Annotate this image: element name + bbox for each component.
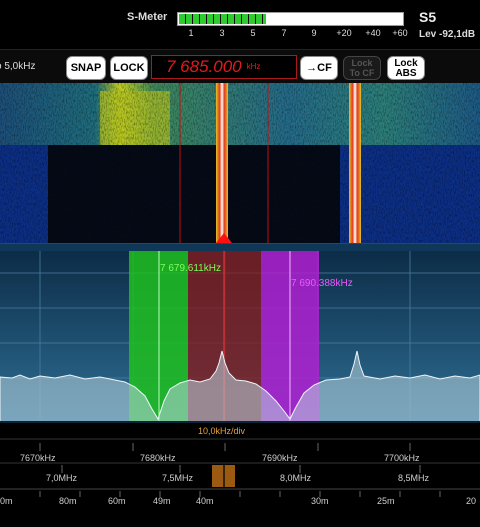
magenta-marker-frequency: 7 690.388kHz	[291, 278, 353, 289]
lock-button[interactable]: LOCK	[110, 56, 148, 80]
s-meter-tick: +60	[392, 28, 408, 38]
band-label: 80m	[59, 496, 77, 506]
s-meter-tick: +40	[365, 28, 381, 38]
s-meter-tick: 5	[250, 28, 256, 38]
band-label: 49m	[153, 496, 171, 506]
khz-label: 7680kHz	[140, 453, 176, 463]
lock-abs-line2: ABS	[395, 68, 417, 79]
s-meter-tick: 7	[281, 28, 287, 38]
band-label: 25m	[377, 496, 395, 506]
s-meter-panel: S-Meter 1 3 5 7 9 +20 +40 +60 S5 Lev -92…	[0, 0, 480, 47]
waterfall-quiet-noise	[48, 145, 340, 243]
band-label: 30m	[311, 496, 329, 506]
frequency-value: 7 685.000	[166, 57, 242, 76]
s-meter-level-fill	[179, 14, 266, 24]
mhz-label: 7,5MHz	[162, 473, 194, 483]
band-label: 40m	[196, 496, 214, 506]
band-label: 0m	[0, 496, 13, 506]
waterfall-signal-trace	[349, 83, 361, 243]
s-meter-reading: S5	[419, 9, 437, 25]
green-marker-frequency: 7 679.611kHz	[160, 263, 221, 274]
spectrum-display[interactable]: 7 679.611kHz 7 690.388kHz	[0, 251, 480, 423]
band-label: 60m	[108, 496, 126, 506]
mhz-label: 8,0MHz	[280, 473, 312, 483]
lock-abs-button[interactable]: Lock ABS	[387, 56, 425, 80]
khz-label: 7670kHz	[20, 453, 56, 463]
waterfall-separator	[0, 243, 480, 251]
mhz-label: 7,0MHz	[46, 473, 78, 483]
frequency-unit: kHz	[246, 62, 261, 71]
band-label: 20	[466, 496, 477, 506]
khz-label: 7690kHz	[262, 453, 298, 463]
lock-to-cf-line1: Lock	[351, 58, 373, 68]
lock-to-cf-line2: To CF	[349, 68, 375, 78]
s-meter-tick: 1	[188, 28, 194, 38]
s-meter-tick: 3	[219, 28, 225, 38]
s-meter-scale: 1 3 5 7 9 +20 +40 +60	[177, 28, 417, 40]
mhz-label: 8,5MHz	[398, 473, 430, 483]
span-label: o 5,0kHz	[0, 61, 36, 72]
snap-button[interactable]: SNAP	[66, 56, 106, 80]
khz-label: 7700kHz	[384, 453, 420, 463]
frequency-scale-panel: 10,0kHz/div 7670kHz 7680kHz 7690kHz 7700…	[0, 423, 480, 527]
waterfall-carrier-trace	[216, 83, 228, 243]
s-meter-tick: 9	[311, 28, 317, 38]
s-meter-title: S-Meter	[127, 11, 168, 23]
s-meter-bar	[177, 12, 404, 26]
waterfall-display[interactable]	[0, 83, 480, 243]
s-meter-tick: +20	[336, 28, 352, 38]
signal-level-readout: Lev -92,1dB	[419, 29, 476, 40]
to-center-frequency-button[interactable]: →CF	[300, 56, 338, 80]
frequency-display[interactable]: 7 685.000 kHz	[151, 55, 297, 79]
lock-to-cf-button[interactable]: Lock To CF	[343, 56, 381, 80]
